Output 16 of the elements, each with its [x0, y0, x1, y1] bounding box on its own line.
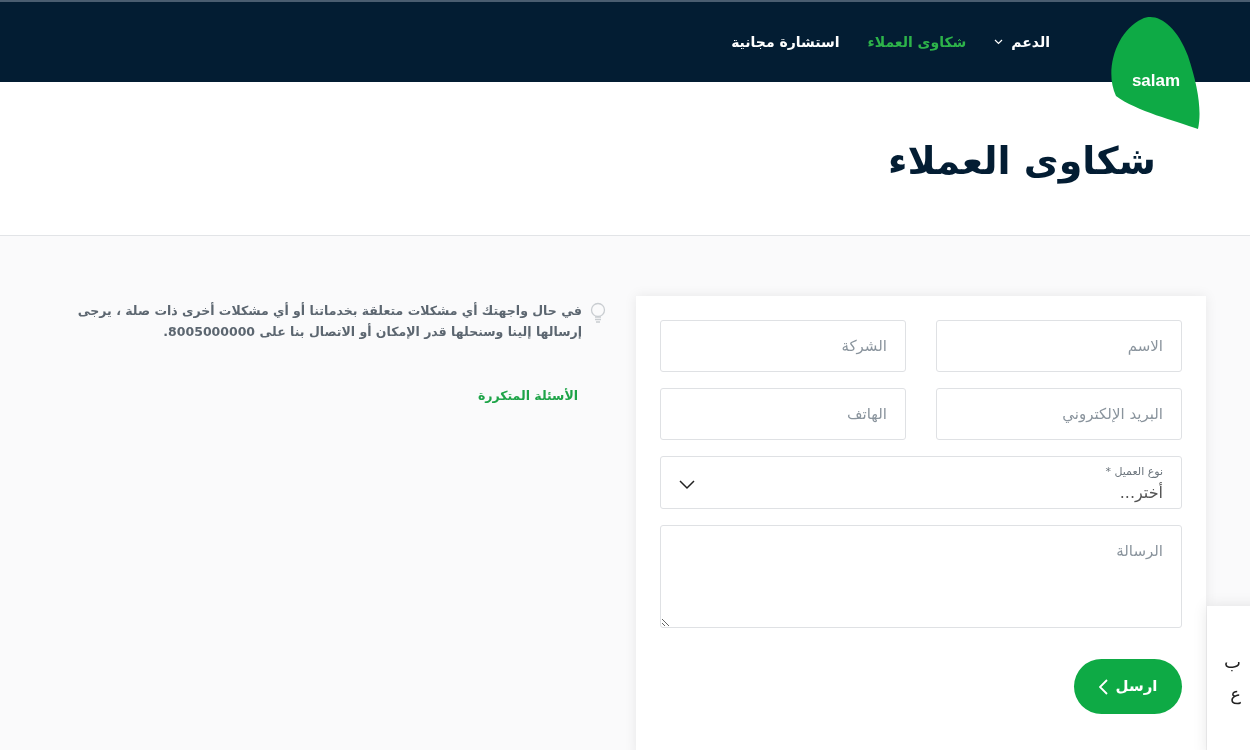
lightbulb-icon	[590, 302, 606, 324]
customer-type-select[interactable]: نوع العميل * أختر...	[660, 456, 1182, 509]
chevron-down-icon	[679, 479, 695, 490]
nav-link[interactable]: استشارة مجانية	[731, 31, 840, 53]
nav-link[interactable]: شكاوى العملاء	[867, 31, 967, 53]
info-text: في حال واجهتك أي مشكلات متعلقة بخدماتنا أو أي مشكلات أخرى ذات صلة ، يرجى إرسالها إلينا وسنحلها قدر الإمكان أو الاتصال بنا على 8005000000.	[76, 301, 582, 342]
email-field[interactable]: البريد الإلكتروني	[936, 388, 1182, 440]
message-field[interactable]: الرسالة	[660, 525, 1182, 628]
phone-field[interactable]: الهاتف	[660, 388, 906, 440]
name-field[interactable]: الاسم	[936, 320, 1182, 372]
nav-link[interactable]: الدعم	[994, 31, 1050, 53]
panel-text: ب	[1223, 650, 1241, 674]
company-field[interactable]: الشركة	[660, 320, 906, 372]
chevron-left-icon	[1098, 678, 1108, 695]
panel-text: ع	[1229, 682, 1241, 707]
page-title: شكاوى العملاء	[888, 138, 1156, 185]
